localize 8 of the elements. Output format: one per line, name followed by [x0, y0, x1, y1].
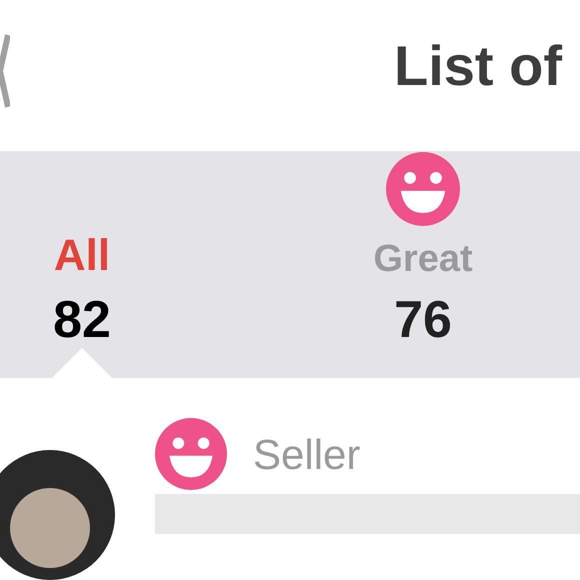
page-title: List of [394, 38, 562, 94]
smiley-icon [155, 418, 227, 490]
back-icon[interactable] [0, 32, 10, 108]
rating-tab[interactable]: Great 76 [323, 152, 523, 346]
tab-pointer [52, 348, 112, 378]
rating-tab[interactable]: All 82 [0, 234, 164, 346]
smiley-icon [386, 152, 460, 226]
rating-label: Seller [253, 430, 360, 480]
